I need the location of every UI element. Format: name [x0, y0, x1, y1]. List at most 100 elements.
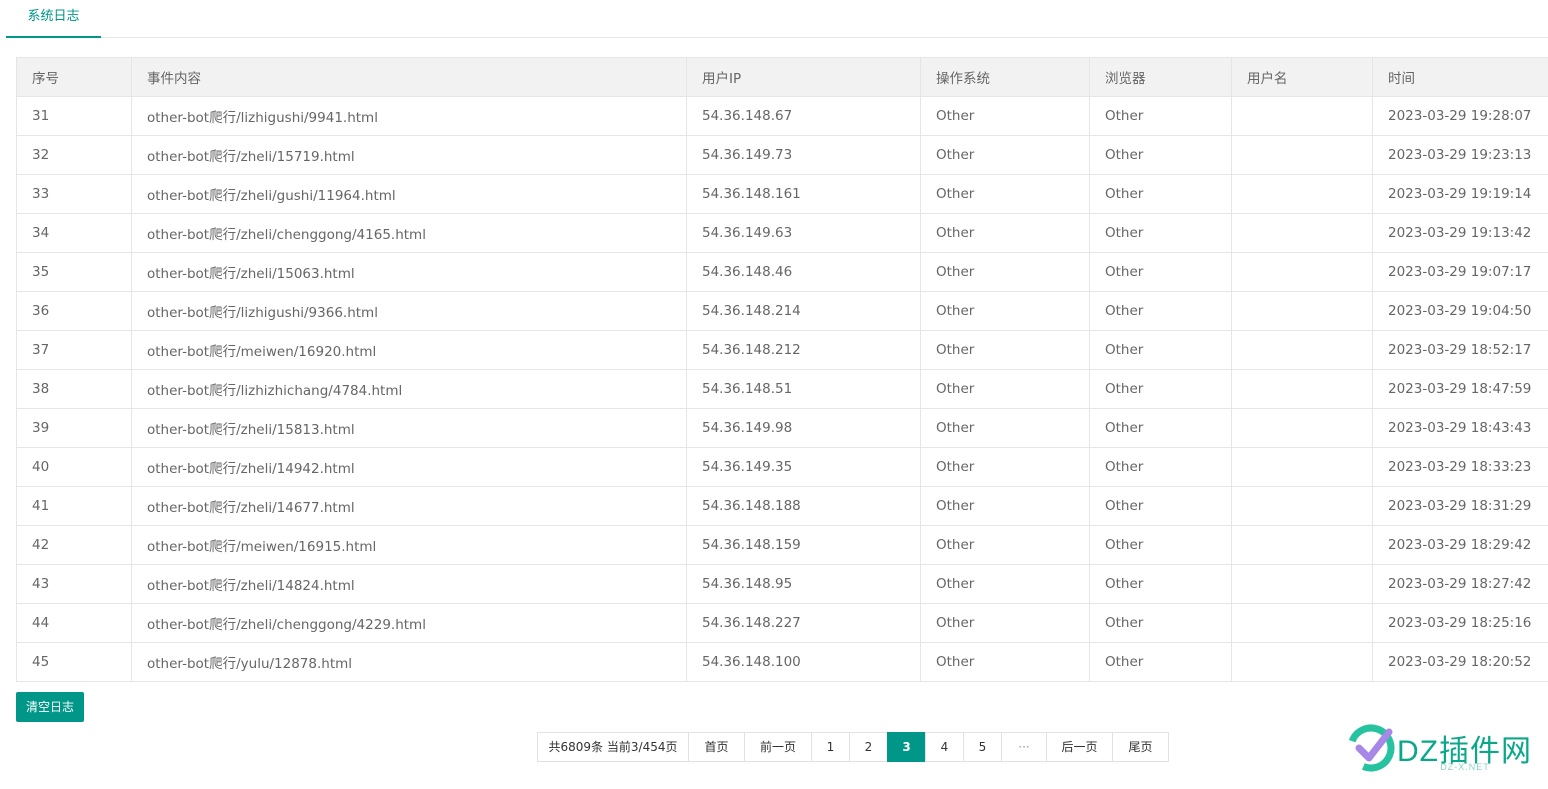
cell-event: other-bot爬行/zheli/14824.html [131, 564, 687, 604]
cell-time: 2023-03-29 18:31:29 [1372, 486, 1548, 526]
clear-log-button[interactable]: 清空日志 [16, 692, 84, 722]
cell-ip: 54.36.148.95 [686, 564, 921, 604]
cell-index: 38 [16, 369, 132, 409]
cell-username [1231, 486, 1373, 526]
table-row: 42 other-bot爬行/meiwen/16915.html 54.36.148… [16, 525, 1548, 565]
cell-browser: Other [1089, 369, 1232, 409]
page-button-1[interactable]: 1 [811, 732, 850, 762]
cell-browser: Other [1089, 252, 1232, 292]
watermark-logo: DZ插件网 DZ-X.NET [1345, 718, 1535, 778]
cell-os: Other [920, 135, 1090, 175]
cell-ip: 54.36.149.98 [686, 408, 921, 448]
cell-ip: 54.36.148.46 [686, 252, 921, 292]
cell-index: 36 [16, 291, 132, 331]
table-row: 44 other-bot爬行/zheli/chenggong/4229.html 5… [16, 603, 1548, 643]
pagination-ellipsis: ··· [1001, 732, 1047, 762]
cell-os: Other [920, 252, 1090, 292]
page-button-3-current[interactable]: 3 [887, 732, 926, 762]
cell-ip: 54.36.149.35 [686, 447, 921, 487]
table-row: 39 other-bot爬行/zheli/15813.html 54.36.149.… [16, 408, 1548, 448]
header-browser: 浏览器 [1089, 57, 1232, 97]
cell-os: Other [920, 369, 1090, 409]
cell-ip: 54.36.148.51 [686, 369, 921, 409]
cell-os: Other [920, 642, 1090, 682]
cell-index: 31 [16, 96, 132, 136]
last-page-button[interactable]: 尾页 [1112, 732, 1169, 762]
cell-index: 37 [16, 330, 132, 370]
cell-username [1231, 447, 1373, 487]
table-row: 32 other-bot爬行/zheli/15719.html 54.36.149.… [16, 135, 1548, 175]
cell-time: 2023-03-29 18:27:42 [1372, 564, 1548, 604]
table-row: 41 other-bot爬行/zheli/14677.html 54.36.148.… [16, 486, 1548, 526]
table-row: 31 other-bot爬行/lizhigushi/9941.html 54.36.… [16, 96, 1548, 136]
cell-event: other-bot爬行/zheli/15719.html [131, 135, 687, 175]
cell-time: 2023-03-29 18:47:59 [1372, 369, 1548, 409]
header-os: 操作系统 [920, 57, 1090, 97]
pagination: 共6809条 当前3/454页 首页 前一页 1 2 3 4 5 ··· 后一页… [537, 732, 1169, 762]
page-button-5[interactable]: 5 [963, 732, 1002, 762]
cell-index: 32 [16, 135, 132, 175]
cell-event: other-bot爬行/lizhigushi/9366.html [131, 291, 687, 331]
cell-event: other-bot爬行/zheli/chenggong/4165.html [131, 213, 687, 253]
cell-event: other-bot爬行/zheli/14677.html [131, 486, 687, 526]
cell-browser: Other [1089, 486, 1232, 526]
cell-ip: 54.36.148.214 [686, 291, 921, 331]
cell-os: Other [920, 564, 1090, 604]
cell-username [1231, 252, 1373, 292]
watermark-check-icon [1347, 724, 1395, 772]
cell-index: 40 [16, 447, 132, 487]
cell-time: 2023-03-29 18:20:52 [1372, 642, 1548, 682]
cell-time: 2023-03-29 19:04:50 [1372, 291, 1548, 331]
cell-time: 2023-03-29 18:43:43 [1372, 408, 1548, 448]
cell-ip: 54.36.149.63 [686, 213, 921, 253]
cell-username [1231, 174, 1373, 214]
page-button-2[interactable]: 2 [849, 732, 888, 762]
cell-ip: 54.36.149.73 [686, 135, 921, 175]
cell-time: 2023-03-29 18:52:17 [1372, 330, 1548, 370]
page-button-4[interactable]: 4 [925, 732, 964, 762]
header-index: 序号 [16, 57, 132, 97]
cell-browser: Other [1089, 135, 1232, 175]
cell-index: 34 [16, 213, 132, 253]
cell-event: other-bot爬行/zheli/15063.html [131, 252, 687, 292]
cell-browser: Other [1089, 447, 1232, 487]
prev-page-button[interactable]: 前一页 [744, 732, 812, 762]
cell-ip: 54.36.148.188 [686, 486, 921, 526]
cell-browser: Other [1089, 96, 1232, 136]
cell-browser: Other [1089, 330, 1232, 370]
cell-browser: Other [1089, 525, 1232, 565]
cell-browser: Other [1089, 213, 1232, 253]
cell-browser: Other [1089, 603, 1232, 643]
table-row: 43 other-bot爬行/zheli/14824.html 54.36.148.… [16, 564, 1548, 604]
tab-system-log[interactable]: 系统日志 [6, 0, 101, 38]
cell-os: Other [920, 291, 1090, 331]
cell-username [1231, 135, 1373, 175]
cell-username [1231, 96, 1373, 136]
table-row: 35 other-bot爬行/zheli/15063.html 54.36.148.… [16, 252, 1548, 292]
cell-index: 41 [16, 486, 132, 526]
cell-event: other-bot爬行/lizhigushi/9941.html [131, 96, 687, 136]
next-page-button[interactable]: 后一页 [1046, 732, 1113, 762]
cell-username [1231, 564, 1373, 604]
table-row: 37 other-bot爬行/meiwen/16920.html 54.36.148… [16, 330, 1548, 370]
cell-event: other-bot爬行/zheli/chenggong/4229.html [131, 603, 687, 643]
cell-browser: Other [1089, 564, 1232, 604]
table-row: 45 other-bot爬行/yulu/12878.html 54.36.148.1… [16, 642, 1548, 682]
first-page-button[interactable]: 首页 [688, 732, 745, 762]
table-row: 40 other-bot爬行/zheli/14942.html 54.36.149.… [16, 447, 1548, 487]
header-time: 时间 [1372, 57, 1548, 97]
cell-os: Other [920, 174, 1090, 214]
table-row: 36 other-bot爬行/lizhigushi/9366.html 54.36.… [16, 291, 1548, 331]
cell-browser: Other [1089, 408, 1232, 448]
log-table: 序号 事件内容 用户IP 操作系统 浏览器 用户名 时间 31 other-bot… [16, 57, 1548, 682]
header-ip: 用户IP [686, 57, 921, 97]
table-row: 33 other-bot爬行/zheli/gushi/11964.html 54.3… [16, 174, 1548, 214]
header-username: 用户名 [1231, 57, 1373, 97]
cell-ip: 54.36.148.159 [686, 525, 921, 565]
cell-index: 35 [16, 252, 132, 292]
cell-time: 2023-03-29 18:33:23 [1372, 447, 1548, 487]
cell-index: 45 [16, 642, 132, 682]
cell-time: 2023-03-29 19:19:14 [1372, 174, 1548, 214]
cell-event: other-bot爬行/zheli/gushi/11964.html [131, 174, 687, 214]
cell-ip: 54.36.148.67 [686, 96, 921, 136]
